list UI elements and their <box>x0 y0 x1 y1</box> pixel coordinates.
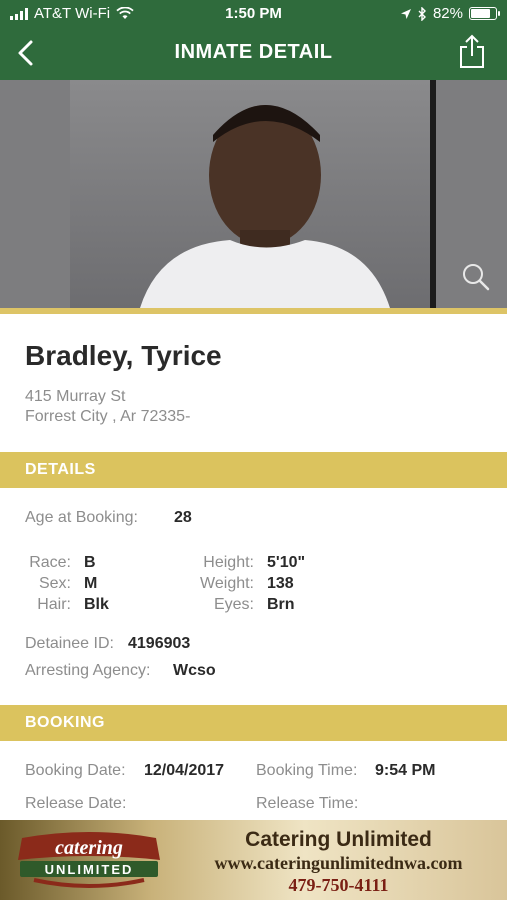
ad-brand: Catering Unlimited <box>245 828 432 851</box>
eyes-label: Eyes: <box>213 596 254 613</box>
arresting-agency-value: Wcso <box>173 662 216 679</box>
weight-label: Weight: <box>200 575 254 592</box>
height-value: 5'10" <box>267 554 306 571</box>
race-label: Race: <box>29 554 71 571</box>
location-arrow-icon <box>400 8 411 19</box>
detainee-id-label: Detainee ID: <box>25 635 114 652</box>
address-line-2: Forrest City , Ar 72335- <box>25 408 191 425</box>
battery-percent: 82% <box>432 5 463 22</box>
share-icon <box>460 34 484 68</box>
booking-time-value: 9:54 PM <box>375 762 436 779</box>
hair-value: Blk <box>84 596 109 613</box>
magnifier-icon <box>463 264 490 291</box>
booking-header: BOOKING <box>0 705 507 741</box>
photo-divider-line <box>0 308 507 314</box>
svg-text:UNLIMITED: UNLIMITED <box>45 862 134 877</box>
age-label: Age at Booking: <box>25 509 138 526</box>
catering-logo: catering UNLIMITED <box>18 832 160 888</box>
hair-label: Hair: <box>37 596 71 613</box>
top-bar: AT&T Wi-Fi 1:50 PM 82% INMATE DETAIL <box>0 0 507 80</box>
weight-value: 138 <box>267 575 294 592</box>
nav-bar: INMATE DETAIL <box>0 28 507 80</box>
height-label: Height: <box>203 554 254 571</box>
booking-time-label: Booking Time: <box>256 762 358 779</box>
bluetooth-icon <box>418 6 426 21</box>
release-time-label: Release Time: <box>256 795 359 812</box>
sex-label: Sex: <box>38 575 71 592</box>
photo-divider <box>430 80 436 308</box>
ad-url: www.cateringunlimitednwa.com <box>214 853 463 873</box>
svg-text:catering: catering <box>55 837 123 859</box>
ad-phone: 479-750-4111 <box>288 875 389 895</box>
arresting-agency-label: Arresting Agency: <box>25 662 151 679</box>
release-date-label: Release Date: <box>25 795 127 812</box>
age-value: 28 <box>174 509 192 526</box>
zoom-button[interactable] <box>461 262 491 292</box>
details-header: DETAILS <box>0 452 507 488</box>
status-bar: AT&T Wi-Fi 1:50 PM 82% <box>0 0 507 28</box>
ad-banner[interactable]: catering UNLIMITED Catering Unlimited ww… <box>0 820 507 900</box>
inmate-name: Bradley, Tyrice <box>25 340 222 371</box>
battery-icon <box>469 7 500 20</box>
mugshot-area <box>0 80 507 308</box>
person-silhouette <box>140 105 390 308</box>
booking-date-value: 12/04/2017 <box>144 762 225 779</box>
sex-value: M <box>84 575 98 592</box>
mugshot-photo[interactable] <box>70 80 436 308</box>
booking-date-label: Booking Date: <box>25 762 126 779</box>
address-line-1: 415 Murray St <box>25 388 126 405</box>
eyes-value: Brn <box>267 596 295 613</box>
share-button[interactable] <box>457 34 487 70</box>
detainee-id-value: 4196903 <box>128 635 191 652</box>
page-title: INMATE DETAIL <box>174 41 333 63</box>
race-value: B <box>84 554 96 571</box>
